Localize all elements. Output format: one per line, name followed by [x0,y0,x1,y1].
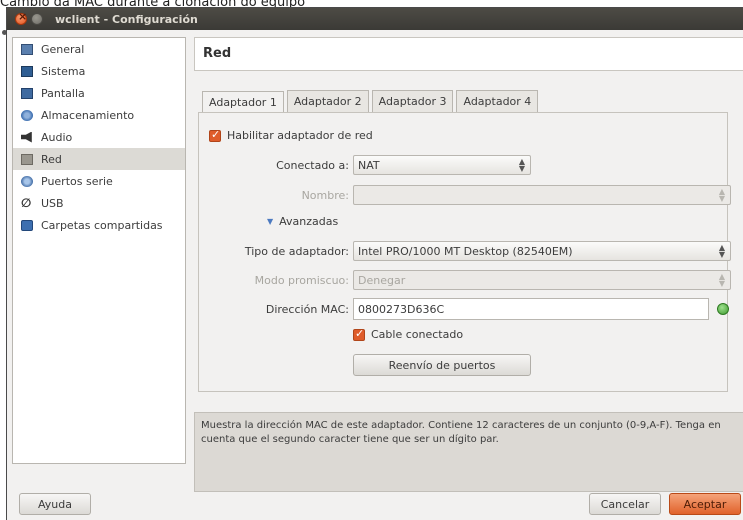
sidebar-item-label: Carpetas compartidas [41,218,163,232]
general-icon [21,43,33,55]
attached-to-value: NAT [358,158,380,172]
promiscuous-mode-value: Denegar [358,273,406,287]
attached-to-label: Conectado a: [276,158,349,172]
cable-connected-row[interactable]: Cable conectado [353,327,464,341]
port-forwarding-button[interactable]: Reenvío de puertos [353,354,531,376]
sidebar-item-general[interactable]: General [13,38,185,60]
adapter-tabs: Adaptador 1 Adaptador 2 Adaptador 3 Adap… [202,90,541,113]
enable-adapter-row[interactable]: Habilitar adaptador de red [209,128,373,142]
mac-address-input[interactable] [353,298,709,320]
network-icon [21,153,33,165]
sidebar-item-label: Sistema [41,64,86,78]
minimize-window-button[interactable] [31,13,43,25]
promiscuous-mode-select[interactable]: Denegar ▲ ▼ [353,270,731,290]
sidebar-item-serial-ports[interactable]: Puertos serie [13,170,185,192]
system-icon [21,65,33,77]
serial-ports-icon [21,175,33,187]
sidebar-item-display[interactable]: Pantalla [13,82,185,104]
adapter-type-value: Intel PRO/1000 MT Desktop (82540EM) [358,244,573,258]
network-settings-page: Red Adaptador 1 Adaptador 2 Adaptador 3 … [194,37,743,492]
sidebar-item-label: Red [41,152,62,166]
combo-arrows-icon: ▲ ▼ [718,243,725,259]
tab-adapter-2[interactable]: Adaptador 2 [286,90,369,112]
audio-icon [21,131,32,143]
help-button[interactable]: Ayuda [19,493,91,515]
enable-adapter-label: Habilitar adaptador de red [227,129,373,142]
combo-arrows-icon: ▲ ▼ [518,157,525,173]
sidebar-item-usb[interactable]: ∅ USB [13,192,185,214]
mac-address-label: Dirección MAC: [265,302,349,316]
advanced-label: Avanzadas [279,215,339,228]
promiscuous-mode-label: Modo promiscuo: [254,273,349,287]
sidebar-item-label: Audio [41,130,73,144]
sidebar-item-audio[interactable]: Audio [13,126,185,148]
cancel-button[interactable]: Cancelar [589,493,661,515]
shared-folders-icon [21,219,33,231]
adapter-type-label: Tipo de adaptador: [244,244,349,258]
close-window-button[interactable] [15,10,27,25]
enable-adapter-checkbox[interactable] [209,128,221,142]
tab-adapter-1[interactable]: Adaptador 1 [202,91,284,113]
window-title: wclient - Configuración [55,12,198,26]
cable-connected-checkbox[interactable] [353,327,365,341]
sidebar-item-label: Pantalla [41,86,85,100]
display-icon [21,87,33,99]
expander-triangle-icon: ▼ [267,217,274,226]
sidebar-item-network[interactable]: Red [13,148,185,170]
usb-icon: ∅ [21,195,32,210]
cable-connected-label: Cable conectado [371,328,464,341]
storage-icon [21,109,33,121]
sidebar-item-label: General [41,42,85,56]
sidebar-item-system[interactable]: Sistema [13,60,185,82]
combo-arrows-icon: ▲ ▼ [718,272,725,288]
name-select[interactable]: ▲ ▼ [353,185,731,205]
sidebar-item-label: USB [41,196,64,210]
sidebar-item-label: Puertos serie [41,174,113,188]
sidebar-item-label: Almacenamiento [41,108,135,122]
tab-adapter-4[interactable]: Adaptador 4 [456,90,539,112]
advanced-expander[interactable]: ▼ Avanzadas [267,215,338,228]
combo-arrows-icon: ▲ ▼ [718,187,725,203]
generate-mac-icon[interactable] [717,303,729,315]
accept-button[interactable]: Aceptar [669,493,741,515]
name-label: Nombre: [301,188,349,202]
tab-adapter-3[interactable]: Adaptador 3 [371,90,454,112]
page-title: Red [194,37,743,71]
sidebar-item-storage[interactable]: Almacenamiento [13,104,185,126]
title-bar: wclient - Configuración [7,8,743,30]
info-panel: Muestra la dirección MAC de este adaptad… [194,412,743,492]
attached-to-select[interactable]: NAT ▲ ▼ [353,155,531,175]
sidebar-item-shared-folders[interactable]: Carpetas compartidas [13,214,185,236]
settings-window: wclient - Configuración General Sistema … [6,7,743,520]
settings-sidebar: General Sistema Pantalla Almacenamiento … [12,37,186,464]
adapter-tab-panel: Habilitar adaptador de red Conectado a: … [198,112,731,392]
adapter-type-select[interactable]: Intel PRO/1000 MT Desktop (82540EM) ▲ ▼ [353,241,731,261]
